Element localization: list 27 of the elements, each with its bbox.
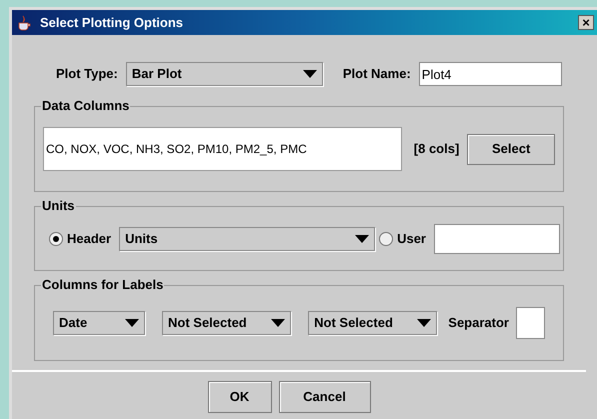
radio-label: User (397, 230, 426, 248)
caret-icon (125, 319, 139, 327)
caret-icon (271, 319, 286, 327)
input-field[interactable] (434, 224, 560, 254)
field-label: Plot Name: (342, 65, 411, 84)
caret-icon (417, 319, 432, 327)
radio-button[interactable] (379, 232, 394, 246)
dialog-button[interactable]: Cancel (278, 381, 370, 413)
radio-button[interactable] (49, 232, 63, 246)
dropdown[interactable]: Not Selected (162, 311, 292, 335)
dropdown[interactable]: Not Selected (308, 311, 438, 335)
field-label: Plot Type: (56, 65, 118, 84)
dropdown[interactable]: Bar Plot (126, 62, 323, 86)
input-field[interactable] (516, 307, 545, 339)
close-button[interactable]: × (578, 15, 594, 30)
radio-label: Header (67, 230, 112, 248)
dropdown[interactable]: Date (53, 311, 145, 335)
text-field[interactable]: CO, NOX, VOC, NH3, SO2, PM10, PM2_5, PMC (43, 127, 402, 171)
caret-icon (302, 70, 317, 78)
dialog-button[interactable]: OK (208, 381, 272, 413)
select-button[interactable]: Select (467, 134, 555, 164)
input-field[interactable]: Plot4 (418, 62, 562, 86)
caret-icon (355, 234, 370, 242)
window-title: Select Plotting Options (40, 14, 184, 32)
field-label: Separator (448, 314, 509, 332)
dropdown[interactable]: Units (119, 226, 376, 250)
column-count: [8 cols] (414, 140, 460, 158)
